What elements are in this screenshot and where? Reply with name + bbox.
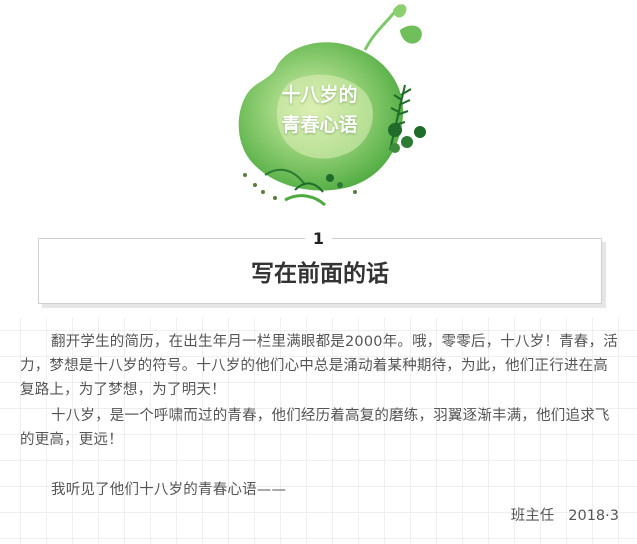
body-paragraph-2: 十八岁，是一个呼啸而过的青春，他们经历着高复的磨练，羽翼逐渐丰满，他们追求飞的更…	[20, 408, 610, 448]
section-number-text: 1	[304, 229, 333, 248]
emblem-title-line2: 青春心语	[281, 114, 358, 136]
signature-date: 2018·3	[568, 508, 619, 524]
signature: 班主任 2018·3	[511, 504, 619, 525]
watercolor-emblem: 十八岁的 青春心语	[215, 0, 435, 215]
article-page: 十八岁的 青春心语 1 写在前面的话 翻开学生的简历，在出生年月一栏里满眼都是2…	[0, 0, 637, 544]
emblem-title: 十八岁的 青春心语	[267, 80, 372, 140]
body-paragraph-3: 我听见了他们十八岁的青春心语——	[51, 482, 287, 498]
body-paragraph-1: 翻开学生的简历，在出生年月一栏里满眼都是2000年。哦，零零后，十八岁！青春，活…	[20, 334, 618, 398]
grid-paper-body: 翻开学生的简历，在出生年月一栏里满眼都是2000年。哦，零零后，十八岁！青春，活…	[0, 318, 637, 544]
emblem-title-line1: 十八岁的	[281, 84, 358, 106]
section-title: 写在前面的话	[251, 261, 389, 287]
section-number: 1	[0, 229, 637, 248]
signature-name: 班主任	[510, 508, 555, 524]
